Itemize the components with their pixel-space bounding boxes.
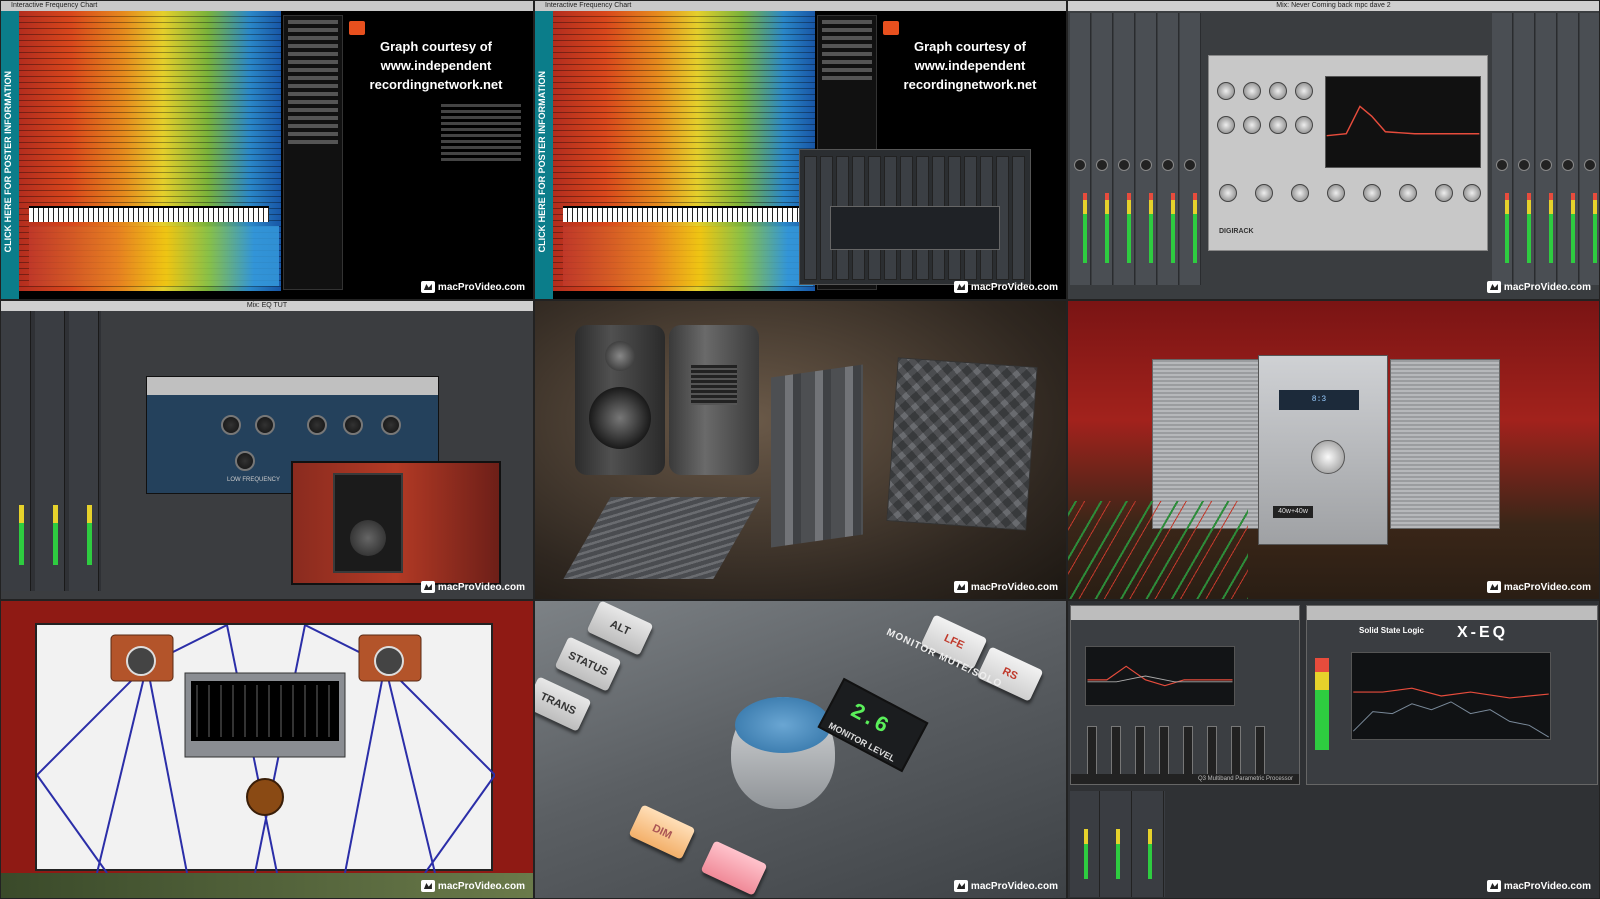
graph-credit: Graph courtesy of www.independent record… [880,37,1060,94]
tile-frequency-chart-2[interactable]: Interactive Frequency Chart CLICK HERE F… [534,0,1067,300]
tile-console-closeup[interactable]: ALT STATUS TRANS LFE RS DIM MONITOR MUTE… [534,600,1067,899]
frequency-bands [29,226,279,286]
credit-line-1: Graph courtesy of [380,39,492,54]
tile-stereo-reflection-diagram[interactable]: macProVideo.com [0,600,534,899]
monitor-level-knob[interactable] [731,697,835,809]
macprovideo-logo-icon [420,281,435,293]
xeq-spectrum-display [1351,652,1551,740]
window-title: Mix: EQ TUT [1,301,533,311]
brand-label: Solid State Logic [1359,626,1424,635]
dim-button[interactable]: DIM [628,804,696,860]
boost-knob[interactable] [221,415,241,435]
pyramid-foam-panel [887,358,1037,530]
credit-line-3: recordingnetwork.net [903,77,1037,92]
macprovideo-logo-icon [1486,281,1501,293]
poster-info-link[interactable]: CLICK HERE FOR POSTER INFORMATION [3,71,13,252]
digirack-eq-window[interactable]: DIGIRACK [1208,55,1488,251]
credit-line-3: recordingnetwork.net [369,77,503,92]
macprovideo-watermark: macProVideo.com [953,281,1058,293]
eq-curve-display [1325,76,1481,168]
speaker-video-overlay [291,461,501,585]
trans-button[interactable]: TRANS [535,676,592,732]
atten-knob[interactable] [343,415,363,435]
volume-dial [1311,440,1345,474]
macprovideo-logo-icon [420,880,435,892]
piano-keyboard [29,206,269,222]
window-title: Mix: Never Coming back mpc dave 2 [1068,1,1599,11]
credit-line-2: www.independent [914,58,1026,73]
macprovideo-logo-icon [1486,581,1501,593]
macprovideo-logo-icon [953,281,968,293]
plugin-name: DIGIRACK [1219,228,1254,235]
window-title: Interactive Frequency Chart [1,1,533,11]
poster-info-link[interactable]: CLICK HERE FOR POSTER INFORMATION [537,71,547,252]
tile-home-stereo[interactable]: 8:3 40w+40w macProVideo.com [1067,300,1600,600]
input-meter [1315,658,1329,750]
plugin-section-label: LOW FREQUENCY [227,477,281,483]
atten-knob[interactable] [255,415,275,435]
daw-mixer-overlay [799,149,1031,285]
tile-eq-plugins[interactable]: Q3 Multiband Parametric Processor Solid … [1067,600,1600,899]
macprovideo-watermark: macProVideo.com [1486,880,1591,892]
macprovideo-logo-icon [953,880,968,892]
studio-monitor-front [575,325,665,475]
reflection-diagram [35,623,495,873]
poster-info-sidebar[interactable]: CLICK HERE FOR POSTER INFORMATION [535,11,553,299]
window-title: Interactive Frequency Chart [535,1,1066,11]
status-button[interactable]: STATUS [554,636,622,692]
macprovideo-watermark: macProVideo.com [953,880,1058,892]
ipn-logo-icon [883,21,899,35]
alt-button[interactable]: ALT [586,601,654,656]
piano-keyboard [563,206,803,222]
tile-monitors-acoustic-foam[interactable]: macProVideo.com [534,300,1067,600]
mixer-channel-strips [1070,791,1165,897]
wedge-foam-panel [563,497,761,579]
studio-monitor-back [669,325,759,475]
receiver-display: 8:3 [1279,390,1359,410]
macprovideo-watermark: macProVideo.com [420,581,525,593]
poster-info-sidebar[interactable]: CLICK HERE FOR POSTER INFORMATION [1,11,19,299]
power-badge: 40w+40w [1273,506,1313,518]
ipn-logo-icon [349,21,365,35]
spectrum-data-panel [283,15,343,290]
macprovideo-logo-icon [953,581,968,593]
plugin-footer-label: Q3 Multiband Parametric Processor [1071,774,1299,784]
macprovideo-watermark: macProVideo.com [953,581,1058,593]
info-text-column [441,101,521,291]
macprovideo-watermark: macProVideo.com [420,281,525,293]
eq-curve-display [1085,646,1235,706]
ssl-xeq-window[interactable]: Solid State Logic X-EQ [1306,605,1598,785]
tile-frequency-chart-1[interactable]: Interactive Frequency Chart CLICK HERE F… [0,0,534,300]
atten-sel-knob[interactable] [381,415,401,435]
plugin-title: X-EQ [1457,624,1509,641]
mixer-channel-strips [1,311,101,591]
macprovideo-watermark: macProVideo.com [1486,581,1591,593]
cut-button[interactable] [700,840,768,896]
macprovideo-logo-icon [420,581,435,593]
macprovideo-watermark: macProVideo.com [1486,281,1591,293]
tile-pultec-eq[interactable]: Mix: EQ TUT LOW FREQUENCY macProVideo.co… [0,300,534,600]
macprovideo-watermark: macProVideo.com [420,880,525,892]
macprovideo-logo-icon [1486,880,1501,892]
parametric-eq-window[interactable]: Q3 Multiband Parametric Processor [1070,605,1300,785]
graph-credit: Graph courtesy of www.independent record… [346,37,526,94]
audio-cables [1068,501,1248,599]
tile-mix-window[interactable]: Mix: Never Coming back mpc dave 2 DIGIRA… [1067,0,1600,300]
cps-knob[interactable] [235,451,255,471]
credit-line-1: Graph courtesy of [914,39,1026,54]
eq-plugin-window[interactable] [830,206,1000,250]
credit-line-2: www.independent [380,58,492,73]
bass-trap-foam [771,364,863,548]
video-thumbnail-grid: Interactive Frequency Chart CLICK HERE F… [0,0,1600,899]
boost-knob[interactable] [307,415,327,435]
right-speaker [1390,359,1500,529]
stereo-receiver: 8:3 40w+40w [1258,355,1388,545]
frequency-bands [563,226,813,286]
